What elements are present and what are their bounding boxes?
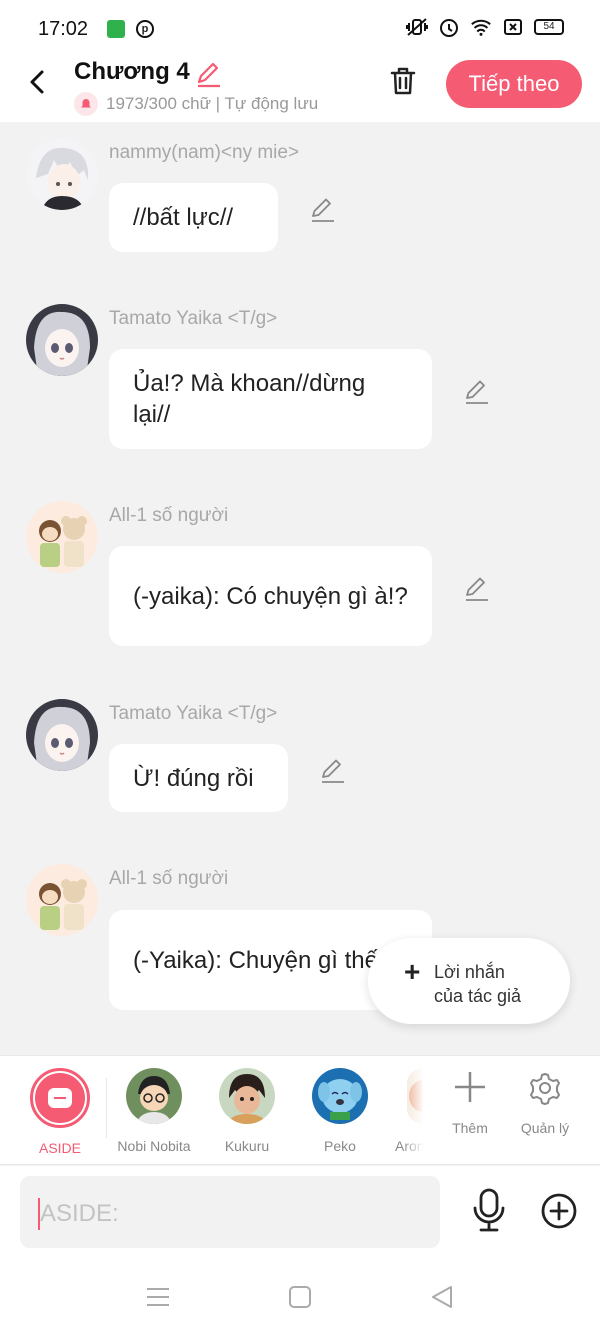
- chapter-header: Chương 4 1973/300 chữ | Tự động lưu Tiếp…: [0, 56, 600, 122]
- manage-label: Quản lý: [520, 1120, 570, 1136]
- system-nav-bar: [0, 1262, 600, 1333]
- add-label: Thêm: [452, 1120, 488, 1136]
- page-title: Chương 4: [74, 58, 190, 85]
- edit-title-icon[interactable]: [194, 60, 222, 88]
- avatar[interactable]: [26, 501, 98, 573]
- bell-icon: [74, 92, 98, 116]
- edit-message-icon[interactable]: [318, 757, 346, 785]
- word-count-text: 1973/300 chữ | Tự động lưu: [106, 94, 319, 113]
- back-icon[interactable]: [429, 1284, 455, 1310]
- avatar[interactable]: [26, 304, 98, 376]
- status-bar: 17:02 p 54: [0, 0, 600, 56]
- avatar: [219, 1068, 275, 1124]
- character-label: Nobi Nobita: [117, 1138, 191, 1154]
- character-selector: ASIDE Nobi Nobita Kukuru Peko Aron Thêm …: [0, 1055, 600, 1165]
- plus-icon: +: [404, 956, 421, 987]
- author-note-label: Lời nhắn của tác giả: [434, 962, 522, 1006]
- word-count: 1973/300 chữ | Tự động lưu: [74, 92, 318, 116]
- home-icon[interactable]: [287, 1284, 313, 1310]
- character-aside[interactable]: ASIDE: [20, 1068, 100, 1156]
- app-notification-icon: [107, 20, 125, 38]
- character-label: ASIDE: [38, 1140, 81, 1156]
- plus-icon: [455, 1072, 485, 1102]
- message-bubble[interactable]: //bất lực//: [109, 183, 278, 252]
- composer: ASIDE:: [0, 1166, 600, 1262]
- avatar[interactable]: [26, 138, 98, 210]
- character-peko[interactable]: Peko: [300, 1068, 380, 1154]
- message-bubble[interactable]: Ừ! đúng rồi: [109, 744, 288, 812]
- delete-icon[interactable]: [386, 64, 420, 98]
- pinterest-icon: p: [136, 20, 154, 38]
- manage-button[interactable]: Quản lý: [505, 1070, 585, 1136]
- character-label: Peko: [324, 1138, 356, 1154]
- message-bubble[interactable]: Ủa!? Mà khoan//dừng lại//: [109, 349, 432, 449]
- sim-icon: [502, 16, 524, 38]
- sender-name: All-1 số người: [109, 505, 229, 526]
- avatar[interactable]: [26, 699, 98, 771]
- status-time: 17:02: [38, 18, 89, 40]
- message-bubble[interactable]: (-yaika): Có chuyện gì à!?: [109, 546, 432, 646]
- scroll-fade: [402, 1056, 424, 1164]
- character-label: Kukuru: [224, 1138, 270, 1154]
- next-button[interactable]: Tiếp theo: [446, 60, 582, 108]
- edit-message-icon[interactable]: [462, 378, 490, 406]
- aside-icon: [35, 1073, 85, 1123]
- avatar: [126, 1068, 182, 1124]
- alarm-icon: [438, 16, 460, 38]
- battery-icon: 54: [534, 19, 564, 35]
- add-circle-icon[interactable]: [540, 1192, 578, 1230]
- sender-name: Tamato Yaika <T/g>: [109, 308, 278, 329]
- sender-name: Tamato Yaika <T/g>: [109, 703, 278, 724]
- character-kukuru[interactable]: Kukuru: [207, 1068, 287, 1154]
- author-note-button[interactable]: + Lời nhắn của tác giả: [368, 938, 570, 1024]
- message-input[interactable]: ASIDE:: [20, 1176, 440, 1248]
- microphone-icon[interactable]: [470, 1188, 508, 1232]
- edit-message-icon[interactable]: [308, 196, 336, 224]
- vibrate-icon: [406, 16, 428, 38]
- sender-name: All-1 số người: [109, 868, 229, 889]
- avatar: [312, 1068, 368, 1124]
- add-character-button[interactable]: Thêm: [430, 1070, 510, 1136]
- gear-icon: [530, 1073, 560, 1105]
- menu-icon[interactable]: [145, 1284, 171, 1310]
- wifi-icon: [470, 16, 492, 38]
- back-arrow-icon[interactable]: [24, 68, 52, 96]
- input-placeholder: ASIDE:: [40, 1200, 119, 1227]
- divider: [106, 1078, 107, 1138]
- character-nobita[interactable]: Nobi Nobita: [114, 1068, 194, 1154]
- edit-message-icon[interactable]: [462, 575, 490, 603]
- sender-name: nammy(nam)<ny mie>: [109, 142, 300, 163]
- avatar[interactable]: [26, 864, 98, 936]
